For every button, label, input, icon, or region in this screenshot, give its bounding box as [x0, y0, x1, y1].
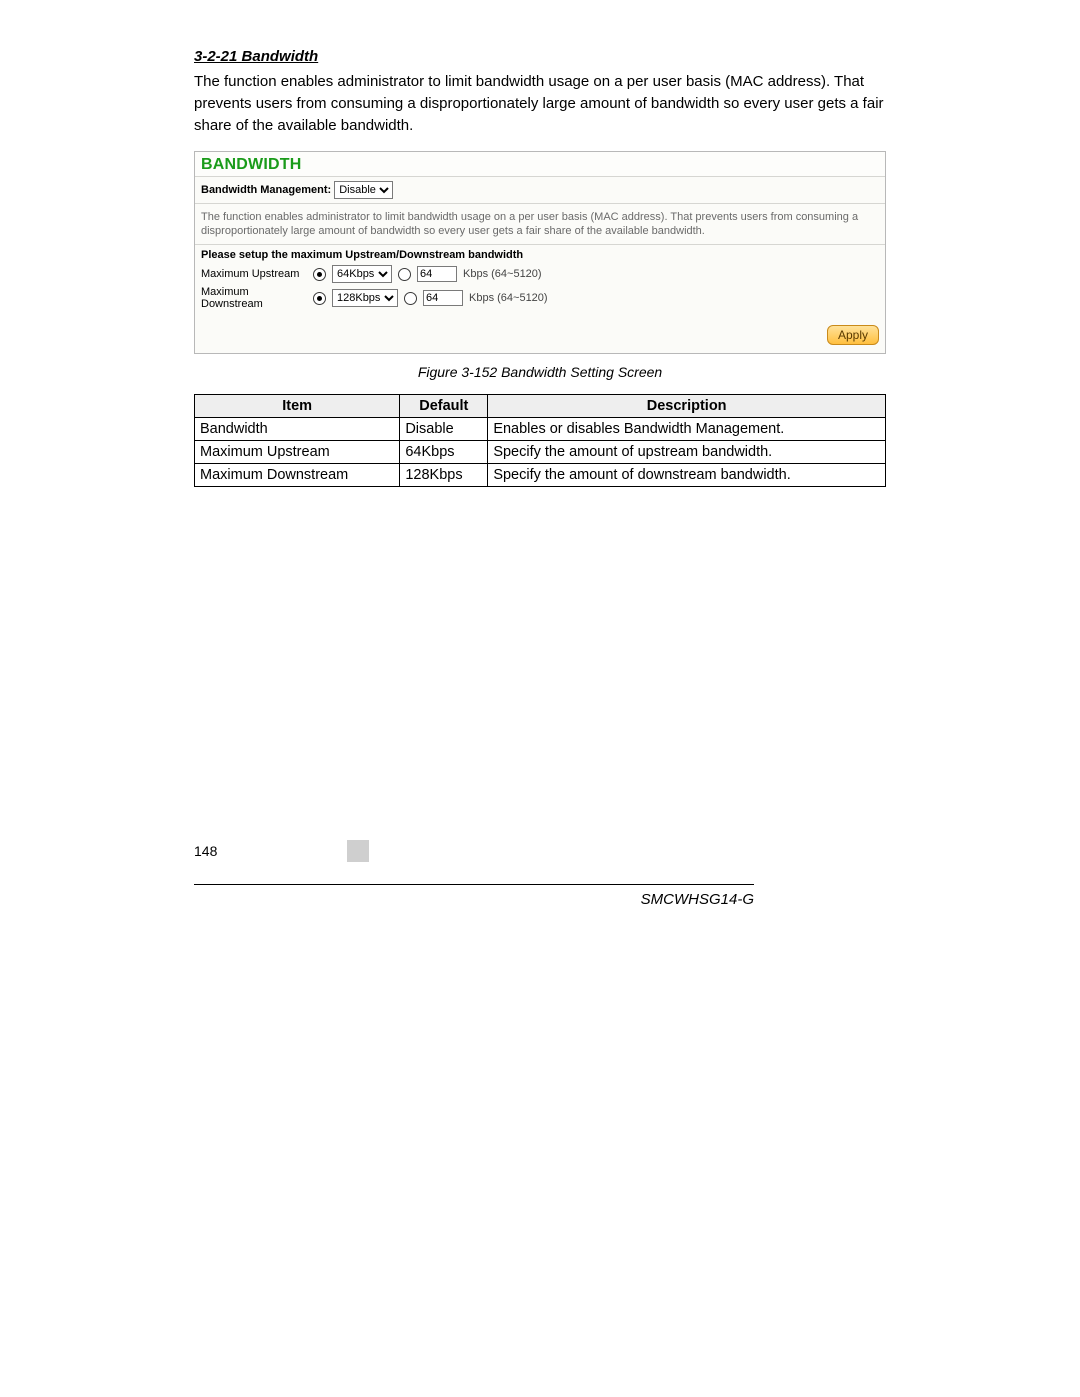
- figure-setup-heading: Please setup the maximum Upstream/Downst…: [201, 249, 879, 261]
- bandwidth-management-select[interactable]: Disable: [334, 181, 393, 199]
- cell-item: Maximum Upstream: [195, 441, 400, 464]
- downstream-row: Maximum Downstream 128Kbps Kbps (64~5120…: [201, 286, 879, 310]
- upstream-preset-radio[interactable]: [313, 268, 326, 281]
- footer-marker-icon: [347, 840, 369, 862]
- cell-desc: Specify the amount of upstream bandwidth…: [488, 441, 886, 464]
- bandwidth-management-label: Bandwidth Management:: [201, 184, 331, 196]
- figure-setup-block: Please setup the maximum Upstream/Downst…: [195, 245, 885, 317]
- page-footer: 148 SMCWHSG14-G: [194, 840, 754, 908]
- table-row: Maximum Upstream 64Kbps Specify the amou…: [195, 441, 886, 464]
- page-number-row: 148: [194, 840, 754, 862]
- downstream-preset-radio[interactable]: [313, 292, 326, 305]
- upstream-label: Maximum Upstream: [201, 268, 307, 280]
- downstream-custom-input[interactable]: [423, 290, 463, 306]
- page-number: 148: [194, 843, 217, 859]
- table-header-default: Default: [400, 395, 488, 418]
- upstream-hint: Kbps (64~5120): [463, 268, 542, 280]
- upstream-preset-select[interactable]: 64Kbps: [332, 265, 392, 283]
- cell-item: Maximum Downstream: [195, 464, 400, 487]
- upstream-custom-radio[interactable]: [398, 268, 411, 281]
- downstream-label: Maximum Downstream: [201, 286, 307, 310]
- figure-apply-row: Apply: [195, 317, 885, 353]
- section-heading: 3-2-21 Bandwidth: [194, 48, 886, 65]
- table-header-row: Item Default Description: [195, 395, 886, 418]
- table-row: Maximum Downstream 128Kbps Specify the a…: [195, 464, 886, 487]
- model-number: SMCWHSG14-G: [194, 891, 754, 908]
- cell-desc: Specify the amount of downstream bandwid…: [488, 464, 886, 487]
- table-header-item: Item: [195, 395, 400, 418]
- figure-panel-title: BANDWIDTH: [201, 156, 301, 173]
- footer-divider: [194, 884, 754, 885]
- downstream-preset-select[interactable]: 128Kbps: [332, 289, 398, 307]
- section-intro: The function enables administrator to li…: [194, 71, 886, 137]
- cell-default: Disable: [400, 418, 488, 441]
- figure-description-text: The function enables administrator to li…: [201, 208, 879, 240]
- table-row: Bandwidth Disable Enables or disables Ba…: [195, 418, 886, 441]
- table-header-description: Description: [488, 395, 886, 418]
- parameter-table: Item Default Description Bandwidth Disab…: [194, 394, 886, 487]
- cell-default: 64Kbps: [400, 441, 488, 464]
- bandwidth-management-row: Bandwidth Management: Disable: [195, 177, 885, 204]
- figure-title-row: BANDWIDTH: [195, 152, 885, 177]
- apply-button[interactable]: Apply: [827, 325, 879, 345]
- downstream-hint: Kbps (64~5120): [469, 292, 548, 304]
- cell-default: 128Kbps: [400, 464, 488, 487]
- cell-desc: Enables or disables Bandwidth Management…: [488, 418, 886, 441]
- document-page: 3-2-21 Bandwidth The function enables ad…: [0, 0, 1080, 1397]
- upstream-custom-input[interactable]: [417, 266, 457, 282]
- figure-description-row: The function enables administrator to li…: [195, 204, 885, 245]
- bandwidth-figure-panel: BANDWIDTH Bandwidth Management: Disable …: [194, 151, 886, 354]
- downstream-custom-radio[interactable]: [404, 292, 417, 305]
- cell-item: Bandwidth: [195, 418, 400, 441]
- figure-caption: Figure 3-152 Bandwidth Setting Screen: [194, 364, 886, 380]
- upstream-row: Maximum Upstream 64Kbps Kbps (64~5120): [201, 265, 879, 283]
